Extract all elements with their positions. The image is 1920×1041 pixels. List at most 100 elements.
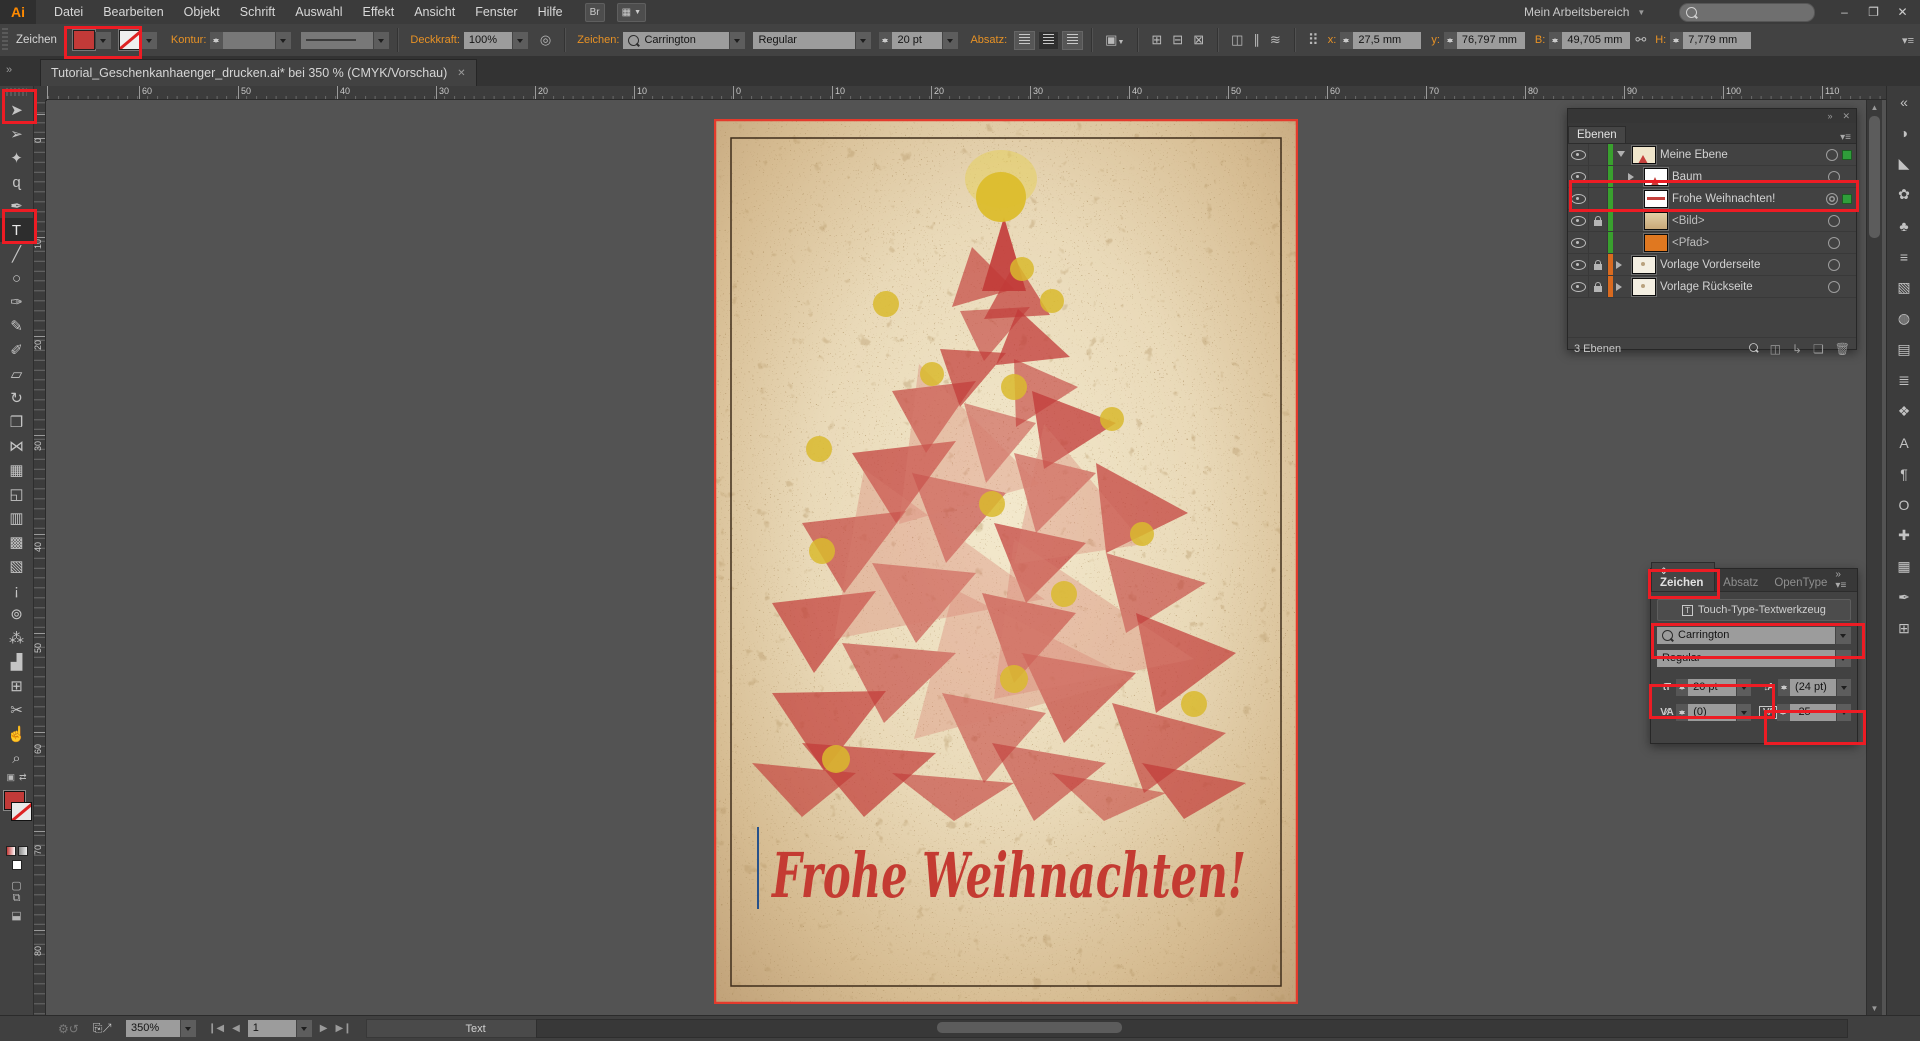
rotate-tool[interactable]: ↻ [0, 386, 33, 410]
stroke-weight-field[interactable] [223, 32, 275, 49]
horizontal-scroll-thumb[interactable] [937, 1022, 1122, 1033]
menu-item[interactable]: Ansicht [404, 0, 465, 24]
character-panel-icon[interactable]: A [1887, 427, 1920, 458]
menu-item[interactable]: Effekt [352, 0, 404, 24]
font-family-dropdown[interactable] [729, 32, 745, 49]
restore-button[interactable]: ❐ [1859, 2, 1888, 21]
delete-layer-icon[interactable]: 🗑 [1835, 342, 1850, 356]
app-search-input[interactable] [1679, 3, 1815, 22]
graphic-styles-panel-icon[interactable]: ≣ [1887, 365, 1920, 396]
zoom-level-field[interactable]: 350% [126, 1020, 180, 1037]
kerning-field[interactable]: (0) [1688, 704, 1736, 721]
font-size-dropdown[interactable] [942, 32, 958, 49]
layer-row-meine-ebene[interactable]: Meine Ebene [1568, 144, 1856, 166]
font-style-field[interactable]: Regular [753, 32, 855, 49]
visibility-icon[interactable] [1571, 172, 1586, 182]
artboard-card[interactable]: Frohe Weihnachten! [714, 119, 1298, 1004]
align-vertical-icon[interactable]: ⊟ [1172, 32, 1183, 48]
y-stepper[interactable] [1444, 32, 1457, 49]
bridge-button[interactable]: Br [585, 3, 605, 22]
zoom-level-dropdown[interactable] [180, 1020, 196, 1037]
gradient-mode-icon[interactable] [18, 846, 28, 856]
horizontal-scrollbar[interactable] [536, 1019, 1848, 1038]
eyedropper-tool[interactable]: ¡ [0, 578, 33, 602]
gradient-panel-icon[interactable]: ▧ [1887, 272, 1920, 303]
y-field[interactable]: 76,797 mm [1457, 32, 1525, 49]
font-size-stepper[interactable] [879, 32, 892, 49]
new-sublayer-icon[interactable]: ↳ [1792, 342, 1802, 356]
menu-item[interactable]: Objekt [174, 0, 230, 24]
tab-overflow-icon[interactable]: » [6, 64, 12, 76]
lock-icon[interactable] [1594, 264, 1602, 270]
align-center-button[interactable] [1038, 31, 1059, 50]
opacity-dropdown[interactable] [512, 32, 528, 49]
prev-artboard-icon[interactable]: ◀ [232, 1023, 240, 1034]
horizontal-ruler[interactable]: 6050403020100102030405060708090100110 [46, 86, 1920, 100]
layer-row-baum[interactable]: Baum [1568, 166, 1856, 188]
close-panel-icon[interactable]: ✕ [1842, 111, 1850, 122]
opacity-field[interactable]: 100% [464, 32, 512, 49]
appearance-panel-icon[interactable]: ▤ [1887, 334, 1920, 365]
fill-color-swatch[interactable] [73, 30, 95, 50]
visibility-icon[interactable] [1571, 238, 1586, 248]
leading-stepper[interactable] [1778, 679, 1790, 696]
tracking-dropdown[interactable] [1836, 704, 1851, 721]
kerning-dropdown[interactable] [1736, 704, 1751, 721]
blend-tool[interactable]: ⊚ [0, 602, 33, 626]
stroke-swatch[interactable] [11, 802, 32, 821]
artboard-number-field[interactable]: 1 [248, 1020, 296, 1037]
transparency-panel-icon[interactable]: ◍ [1887, 303, 1920, 334]
lasso-tool[interactable]: ɋ [0, 170, 33, 194]
visibility-icon[interactable] [1571, 194, 1586, 204]
default-colors-icon[interactable]: ▣ [6, 772, 15, 783]
align-left-button[interactable] [1014, 31, 1035, 50]
none-mode-icon[interactable] [12, 860, 22, 870]
align-edge-icon[interactable]: ⊠ [1193, 32, 1204, 48]
kerning-stepper[interactable] [1676, 704, 1688, 721]
menu-item[interactable]: Bearbeiten [93, 0, 173, 24]
leading-dropdown[interactable] [1836, 679, 1851, 696]
selection-tool[interactable]: ➤ [0, 98, 33, 122]
expander-icon[interactable] [1628, 173, 1638, 181]
target-icon[interactable] [1828, 237, 1840, 249]
new-layer-icon[interactable]: ❏ [1813, 342, 1824, 356]
swatches-panel-icon[interactable]: ❖ [1887, 396, 1920, 427]
scale-tool[interactable]: ❒ [0, 410, 33, 434]
font-family-field[interactable]: Carrington [623, 32, 729, 49]
tracking-stepper[interactable] [1777, 704, 1789, 721]
collapse-panel-icon[interactable]: » [1827, 111, 1832, 121]
minimize-button[interactable]: – [1830, 2, 1859, 21]
touch-type-tool-button[interactable]: T Touch-Type-Textwerkzeug [1657, 599, 1851, 621]
font-family-dropdown[interactable] [1835, 627, 1851, 644]
transform-grid-icon[interactable]: ⠿ [1308, 31, 1319, 49]
font-size-field[interactable]: 20 pt [892, 32, 942, 49]
clipping-mask-icon[interactable]: ◫ [1770, 342, 1781, 356]
vertical-ruler[interactable]: 01020304050607080 [33, 100, 46, 1015]
width-profile-dropdown[interactable] [373, 32, 389, 49]
column-graph-tool[interactable]: ▟ [0, 650, 33, 674]
draw-normal-icon[interactable]: ▢ [0, 879, 33, 892]
font-style-dropdown[interactable] [855, 32, 871, 49]
menu-item[interactable]: Hilfe [528, 0, 573, 24]
target-icon[interactable] [1826, 193, 1838, 205]
vertical-scroll-thumb[interactable] [1869, 116, 1880, 238]
tab-ebenen[interactable]: Ebenen [1568, 126, 1626, 143]
document-tab[interactable]: Tutorial_Geschenkanhaenger_drucken.ai* b… [40, 59, 477, 86]
width-tool[interactable]: ⋈ [0, 434, 33, 458]
last-artboard-icon[interactable]: ▶❙ [336, 1023, 352, 1034]
scroll-up-icon[interactable]: ▲ [1867, 100, 1882, 114]
font-style-field[interactable]: Regular [1657, 650, 1835, 667]
shape-builder-tool[interactable]: ◱ [0, 482, 33, 506]
greeting-text[interactable]: Frohe Weihnachten! [771, 839, 1246, 912]
width-profile-field[interactable] [301, 32, 373, 49]
tracking-field[interactable]: -25 [1790, 704, 1836, 721]
menu-item[interactable]: Auswahl [285, 0, 352, 24]
symbol-sprayer-tool[interactable]: ⁂ [0, 626, 33, 650]
height-field[interactable]: 7,779 mm [1683, 32, 1751, 49]
distribute-space-icon[interactable]: ≋ [1270, 32, 1281, 48]
next-artboard-icon[interactable]: ▶ [320, 1023, 328, 1034]
free-transform-tool[interactable]: ▦ [0, 458, 33, 482]
expander-icon[interactable] [1616, 283, 1626, 291]
font-family-field[interactable]: Carrington [1657, 627, 1835, 644]
hand-tool[interactable]: ☝ [0, 722, 33, 746]
